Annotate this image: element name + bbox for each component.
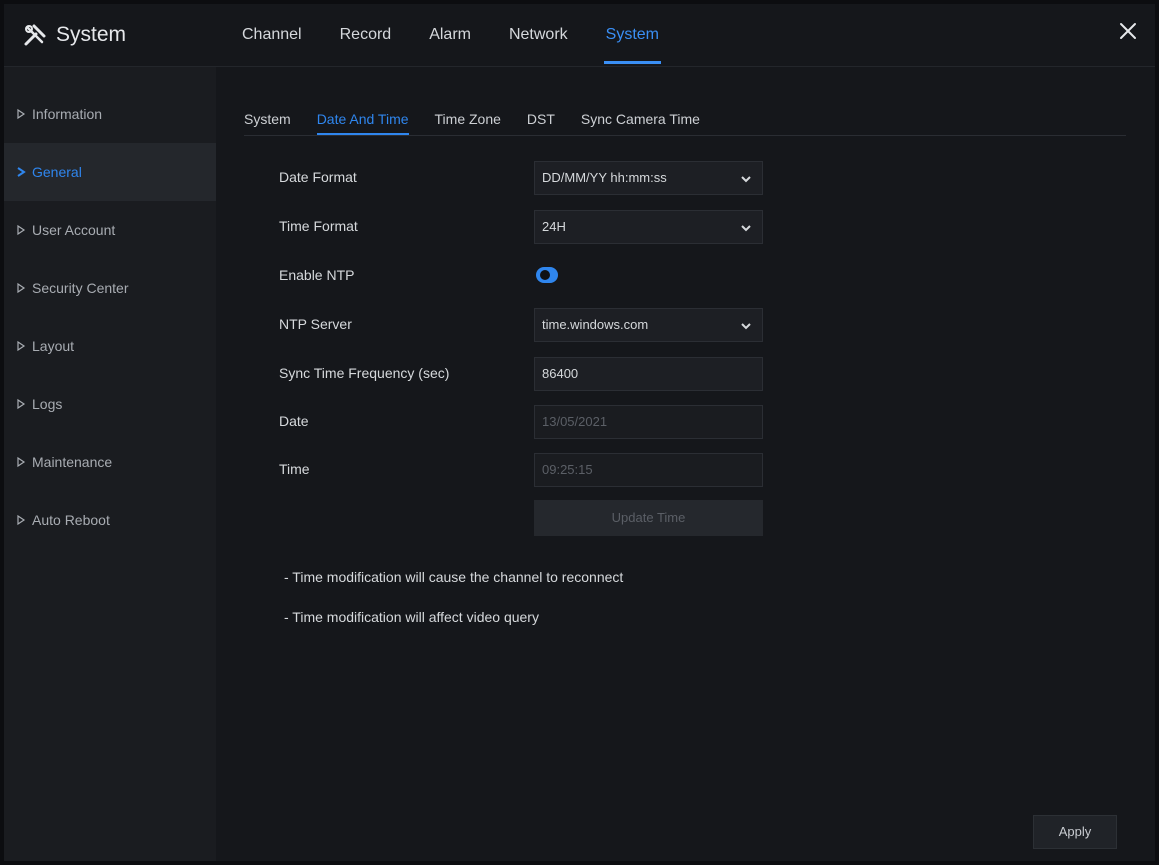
triangle-right-icon: [17, 282, 26, 294]
sync-frequency-label: Sync Time Frequency (sec): [279, 365, 450, 381]
triangle-right-icon: [17, 398, 26, 410]
apply-button[interactable]: Apply: [1033, 815, 1117, 849]
triangle-right-icon: [17, 456, 26, 468]
update-time-button: Update Time: [534, 500, 763, 536]
main-content: System Date And Time Time Zone DST Sync …: [216, 67, 1155, 861]
toggle-knob: [540, 270, 550, 280]
sidebar-item-label: User Account: [32, 222, 116, 238]
triangle-right-icon: [17, 514, 26, 526]
enable-ntp-label: Enable NTP: [279, 267, 355, 283]
time-format-select[interactable]: 24H: [534, 210, 763, 244]
date-label: Date: [279, 413, 309, 429]
sidebar-item-maintenance[interactable]: Maintenance: [4, 433, 216, 491]
tab-channel[interactable]: Channel: [240, 4, 304, 66]
sidebar-item-label: Security Center: [32, 280, 129, 296]
sidebar-item-label: Maintenance: [32, 454, 113, 470]
triangle-right-icon: [17, 108, 26, 120]
date-format-row: Date Format DD/MM/YY hh:mm:ss: [279, 161, 779, 195]
time-row: Time 09:25:15: [279, 453, 779, 487]
sidebar-item-label: Information: [32, 106, 103, 122]
tab-network[interactable]: Network: [507, 4, 570, 66]
enable-ntp-toggle[interactable]: [536, 267, 558, 283]
sidebar-item-user-account[interactable]: User Account: [4, 201, 216, 259]
note-video-query: - Time modification will affect video qu…: [284, 609, 539, 625]
time-format-label: Time Format: [279, 218, 358, 234]
top-nav-tabs: Channel Record Alarm Network System: [240, 4, 695, 66]
tab-alarm[interactable]: Alarm: [427, 4, 473, 66]
tab-date-and-time[interactable]: Date And Time: [316, 97, 409, 135]
chevron-down-icon: [741, 225, 751, 232]
ntp-server-select[interactable]: time.windows.com: [534, 308, 763, 342]
ntp-server-label: NTP Server: [279, 316, 352, 332]
date-input: 13/05/2021: [534, 405, 763, 439]
tab-system[interactable]: System: [603, 4, 662, 66]
chevron-down-icon: [741, 176, 751, 183]
triangle-right-icon: [17, 340, 26, 352]
sidebar-item-label: Logs: [32, 396, 63, 412]
note-reconnect: - Time modification will cause the chann…: [284, 569, 624, 585]
sidebar-item-label: Layout: [32, 338, 75, 354]
enable-ntp-row: Enable NTP: [279, 259, 779, 293]
sidebar-item-security-center[interactable]: Security Center: [4, 259, 216, 317]
sidebar-item-label: General: [32, 164, 82, 180]
ntp-server-value: time.windows.com: [542, 317, 649, 332]
sidebar-item-information[interactable]: Information: [4, 85, 216, 143]
sync-frequency-input[interactable]: 86400: [534, 357, 763, 391]
sidebar-item-layout[interactable]: Layout: [4, 317, 216, 375]
date-format-select[interactable]: DD/MM/YY hh:mm:ss: [534, 161, 763, 195]
sidebar-item-label: Auto Reboot: [32, 512, 110, 528]
date-format-value: DD/MM/YY hh:mm:ss: [542, 170, 667, 185]
app-window: System Channel Record Alarm Network Syst…: [4, 4, 1155, 861]
sidebar-item-general[interactable]: General: [4, 143, 216, 201]
ntp-server-row: NTP Server time.windows.com: [279, 308, 779, 342]
close-icon[interactable]: [1115, 18, 1141, 44]
chevron-right-icon: [17, 167, 26, 177]
top-bar: System Channel Record Alarm Network Syst…: [4, 4, 1155, 67]
tools-icon: [24, 24, 46, 46]
tab-system-sub[interactable]: System: [244, 97, 291, 135]
date-format-label: Date Format: [279, 169, 357, 185]
time-format-value: 24H: [542, 219, 566, 234]
triangle-right-icon: [17, 224, 26, 236]
chevron-down-icon: [741, 323, 751, 330]
time-input: 09:25:15: [534, 453, 763, 487]
time-format-row: Time Format 24H: [279, 210, 779, 244]
sidebar-item-auto-reboot[interactable]: Auto Reboot: [4, 491, 216, 549]
sync-frequency-row: Sync Time Frequency (sec) 86400: [279, 357, 779, 391]
sidebar-item-logs[interactable]: Logs: [4, 375, 216, 433]
date-row: Date 13/05/2021: [279, 405, 779, 439]
tab-time-zone[interactable]: Time Zone: [435, 97, 501, 135]
sidebar: Information General User Account Securit…: [4, 67, 216, 861]
tab-record[interactable]: Record: [338, 4, 394, 66]
tab-sync-camera-time[interactable]: Sync Camera Time: [581, 97, 700, 135]
sub-tabs: System Date And Time Time Zone DST Sync …: [244, 97, 1126, 136]
app-title: System: [56, 23, 127, 46]
time-label: Time: [279, 461, 310, 477]
tab-dst[interactable]: DST: [527, 97, 555, 135]
